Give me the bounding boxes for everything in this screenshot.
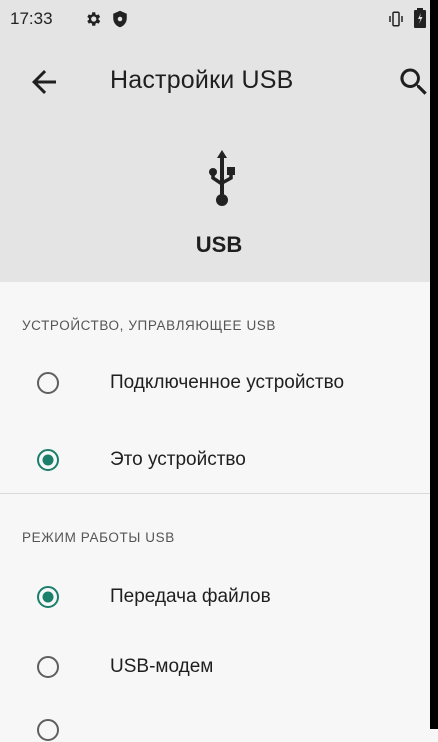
- status-time: 17:33: [10, 9, 53, 28]
- option-label: Передача файлов: [110, 586, 271, 607]
- radio-selected-icon[interactable]: [36, 448, 60, 472]
- search-icon[interactable]: [396, 64, 432, 100]
- section-header-usb-mode: РЕЖИМ РАБОТЫ USB: [22, 530, 175, 545]
- usb-icon: [209, 150, 235, 206]
- battery-icon: [414, 8, 426, 28]
- radio-unselected-icon[interactable]: [36, 655, 60, 679]
- option-file-transfer[interactable]: Передача файлов: [0, 562, 438, 632]
- page-title: Настройки USB: [110, 66, 294, 94]
- status-bar: 17:33: [0, 0, 438, 36]
- option-label: Это устройство: [110, 449, 246, 470]
- option-this-device[interactable]: Это устройство: [0, 425, 438, 495]
- header: Настройки USB USB: [0, 36, 438, 282]
- section-header-usb-controller: УСТРОЙСТВО, УПРАВЛЯЮЩЕЕ USB: [22, 318, 276, 333]
- divider: [0, 493, 438, 494]
- radio-unselected-icon[interactable]: [36, 718, 60, 742]
- option-label: Подключенное устройство: [110, 372, 345, 393]
- screen-edge: [430, 0, 438, 729]
- vibrate-icon: [389, 11, 403, 27]
- radio-unselected-icon[interactable]: [36, 371, 60, 395]
- radio-selected-icon[interactable]: [36, 585, 60, 609]
- gear-icon: [87, 12, 101, 26]
- usb-label: USB: [195, 232, 243, 257]
- shield-icon: [113, 10, 127, 28]
- option-connected-device[interactable]: Подключенное устройство: [0, 348, 438, 418]
- arrow-back-icon[interactable]: [26, 64, 62, 100]
- option-label: USB-модем: [110, 656, 214, 677]
- option-usb-modem[interactable]: USB-модем: [0, 632, 438, 702]
